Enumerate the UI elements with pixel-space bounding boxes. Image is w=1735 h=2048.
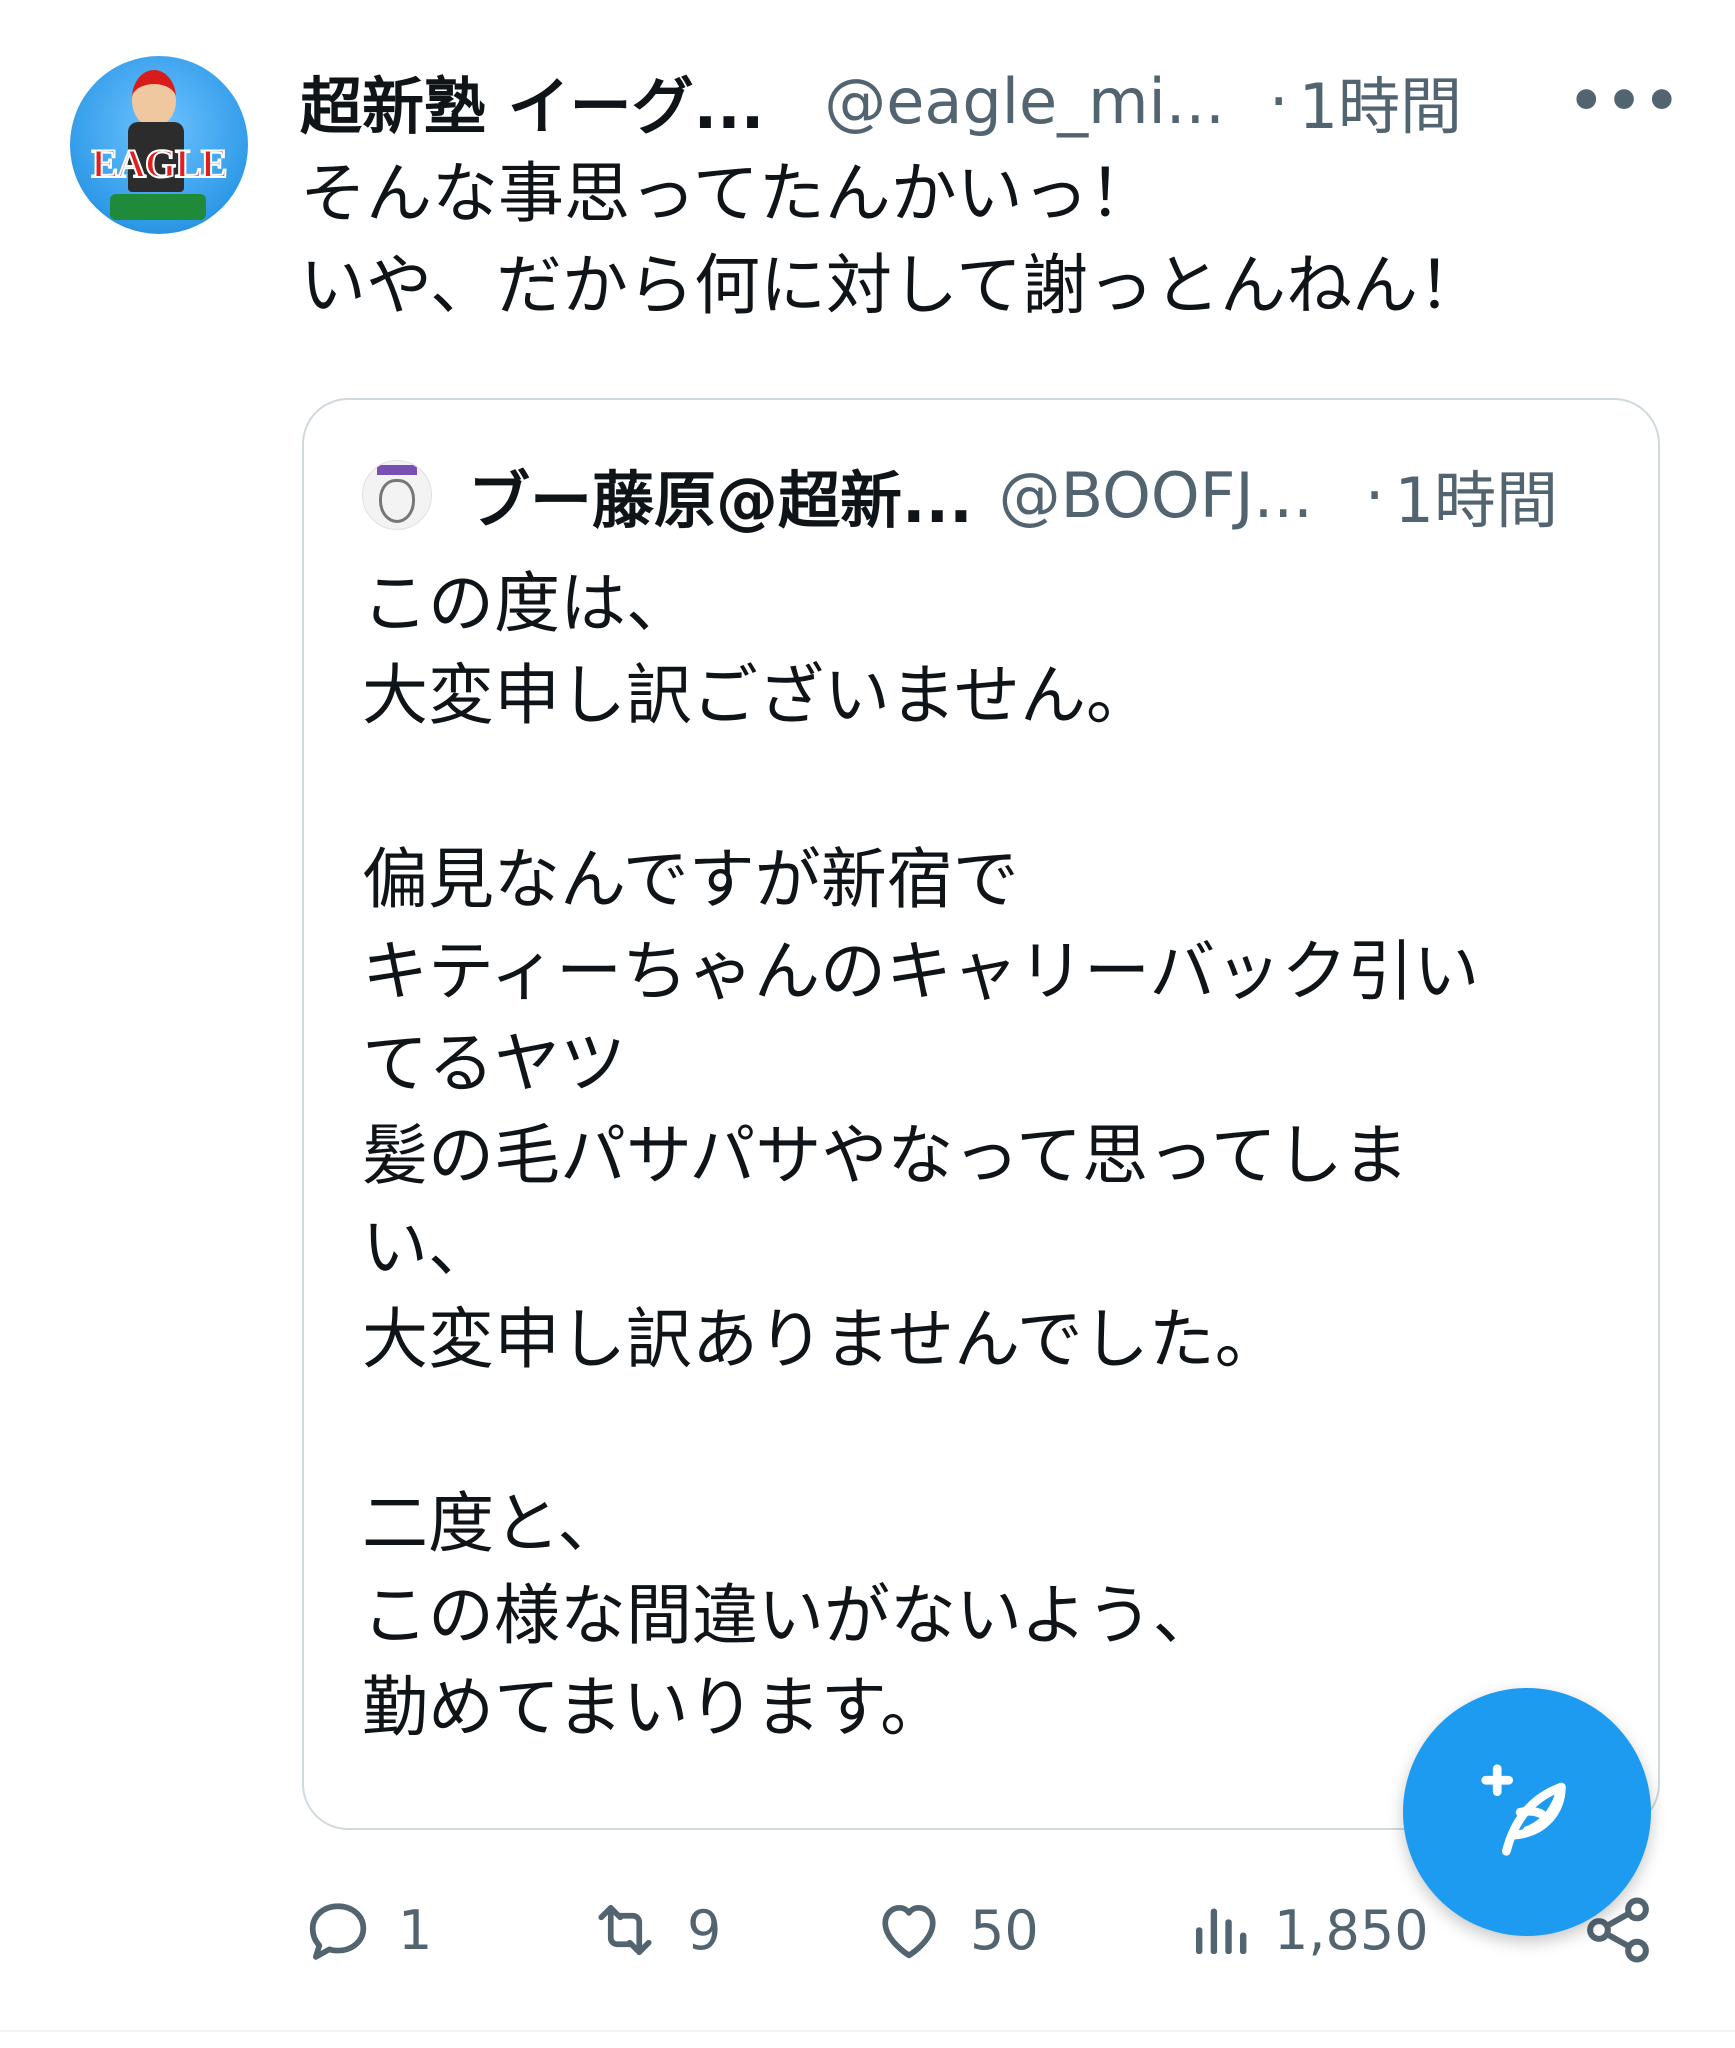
- more-options-button[interactable]: •••: [1568, 66, 1679, 136]
- avatar-figure-base: [110, 194, 206, 220]
- retweet-button[interactable]: 9: [585, 1880, 721, 1980]
- quoted-avatar-face: [379, 479, 415, 523]
- quoted-tweet-header: ブー藤原@超新... @BOOFJ... · 1時間: [362, 450, 1652, 540]
- quoted-tweet-text: この度は、 大変申し訳ございません。 偏見なんですが新宿で キティーちゃんのキャ…: [362, 565, 1480, 1746]
- author-avatar[interactable]: EAGLE: [70, 56, 248, 234]
- more-icon: •••: [1568, 68, 1682, 134]
- retweet-count: 9: [687, 1898, 722, 1962]
- compose-tweet-button[interactable]: [1403, 1688, 1651, 1936]
- quoted-author-avatar: [362, 460, 432, 530]
- like-count: 50: [970, 1898, 1039, 1962]
- avatar-logo-text: EAGLE: [90, 140, 228, 187]
- quoted-avatar-tag: [377, 465, 417, 475]
- retweet-icon: [585, 1892, 665, 1968]
- quoted-tweet-timestamp: 1時間: [1394, 464, 1558, 537]
- compose-feather-icon: [1472, 1755, 1582, 1869]
- quoted-author-handle: @BOOFJ...: [998, 458, 1313, 532]
- quoted-tweet-card[interactable]: ブー藤原@超新... @BOOFJ... · 1時間 この度は、 大変申し訳ござ…: [302, 398, 1660, 1830]
- tweet-header: 超新塾 イーグ... @eagle_mi... · 1時間: [300, 56, 1660, 146]
- reply-count: 1: [398, 1898, 433, 1962]
- views-count: 1,850: [1274, 1898, 1429, 1962]
- tweet-text: そんな事思ってたんかいっ！ いや、だから何に対して謝っとんねん！: [300, 155, 1485, 324]
- author-handle[interactable]: @eagle_mi...: [824, 65, 1225, 138]
- author-name[interactable]: 超新塾 イーグ...: [300, 56, 764, 146]
- bottom-divider: [0, 2030, 1735, 2032]
- like-button[interactable]: 50: [870, 1880, 1039, 1980]
- quoted-author-name: ブー藤原@超新...: [468, 464, 973, 537]
- heart-icon: [870, 1892, 948, 1968]
- avatar-figure-head: [132, 70, 176, 126]
- reply-icon: [300, 1892, 376, 1968]
- tweet[interactable]: EAGLE 超新塾 イーグ... @eagle_mi... · 1時間 ••• …: [0, 0, 1735, 2048]
- tweet-timestamp[interactable]: 1時間: [1299, 56, 1462, 146]
- header-separator: ·: [1268, 64, 1289, 138]
- quoted-header-separator: ·: [1364, 458, 1385, 532]
- reply-button[interactable]: 1: [300, 1880, 432, 1980]
- views-icon: [1188, 1892, 1252, 1968]
- views-button[interactable]: 1,850: [1188, 1880, 1429, 1980]
